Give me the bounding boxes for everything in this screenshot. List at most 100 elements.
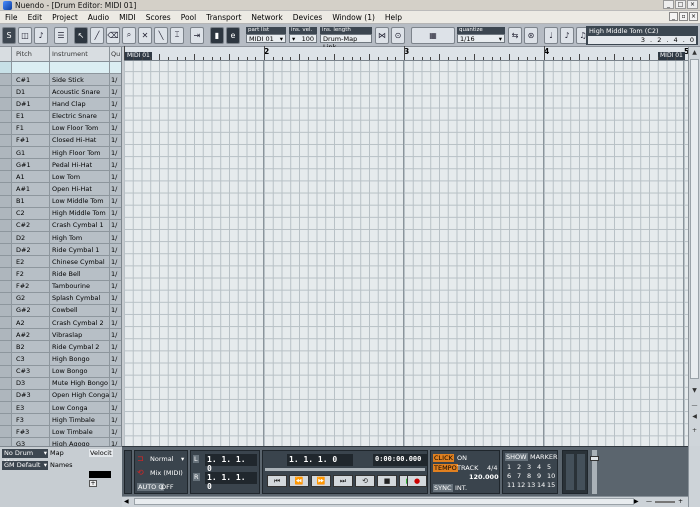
drum-instrument-cell[interactable]: Crash Cymbal 1 <box>50 219 110 231</box>
menu-window[interactable]: Window (1) <box>327 13 380 22</box>
drum-quantize-cell[interactable]: 1/ <box>110 438 121 446</box>
drum-instrument-cell[interactable]: Closed Hi-Hat <box>50 134 110 146</box>
drum-row[interactable]: C2 High Middle Tom 1/ <box>0 207 121 220</box>
close-button[interactable]: × <box>687 0 698 9</box>
names-select[interactable]: GM Default ▾ <box>2 461 48 470</box>
tempo-value[interactable]: 120.000 <box>469 473 499 481</box>
drum-quantize-cell[interactable]: 1/ <box>110 281 121 292</box>
marker-button[interactable]: 5 <box>547 463 551 471</box>
drum-quantize-cell[interactable]: 1/ <box>110 390 121 401</box>
drum-row-solo-cell[interactable] <box>0 365 12 377</box>
drum-quantize-cell[interactable]: 1/ <box>110 196 121 207</box>
drum-row-solo-cell[interactable] <box>0 438 12 446</box>
record-mode-select[interactable]: Normal <box>150 455 174 463</box>
drum-quantize-cell[interactable]: 1/ <box>110 220 121 231</box>
drum-row[interactable]: A1 Low Tom 1/ <box>0 171 121 184</box>
drum-row-solo-cell[interactable] <box>0 122 12 134</box>
go-to-end-button[interactable]: ⏭ <box>333 475 353 487</box>
quantize-field[interactable]: quantize 1/16 ▾ <box>457 27 505 43</box>
menu-edit[interactable]: Edit <box>23 13 48 22</box>
left-locator-display[interactable]: 1. 1. 1. 0 <box>205 454 257 473</box>
position-time-display[interactable]: 0:00:00.000 <box>373 454 427 466</box>
marker-button[interactable]: 6 <box>507 472 511 480</box>
drum-row-solo-cell[interactable] <box>0 207 12 219</box>
drum-row[interactable]: F2 Ride Bell 1/ <box>0 268 121 281</box>
menu-file[interactable]: File <box>0 13 23 22</box>
cycle-button[interactable]: ⟲ <box>355 475 375 487</box>
edit-mode-icon[interactable]: ◫ <box>18 26 32 44</box>
drum-instrument-cell[interactable]: Low Bongo <box>50 365 110 377</box>
mute-tool-icon[interactable]: ✕ <box>138 26 152 44</box>
marker-button[interactable]: 9 <box>537 472 541 480</box>
drum-row-solo-cell[interactable] <box>0 353 12 365</box>
drum-quantize-cell[interactable]: 1/ <box>110 317 121 328</box>
drum-row-solo-cell[interactable] <box>0 159 12 171</box>
drum-note-grid[interactable] <box>124 61 688 446</box>
vertical-scrollbar[interactable]: ▲ ▼ — ◀ + <box>688 47 700 446</box>
drum-row-solo-cell[interactable] <box>0 171 12 183</box>
drum-instrument-cell[interactable]: Pedal Hi-Hat <box>50 159 110 171</box>
drum-instrument-cell[interactable]: Open High Conga <box>50 389 110 401</box>
menu-project[interactable]: Project <box>47 13 83 22</box>
horizontal-scrollbar[interactable]: ◀ ▶ — + <box>122 496 688 507</box>
menu-transport[interactable]: Transport <box>201 13 246 22</box>
grid-type-selector[interactable]: ▦ <box>411 26 455 44</box>
rewind-button[interactable]: ⏪ <box>289 475 309 487</box>
drum-row[interactable] <box>0 62 121 75</box>
drum-quantize-cell[interactable]: 1/ <box>110 123 121 134</box>
drum-quantize-cell[interactable]: 1/ <box>110 341 121 352</box>
menu-help[interactable]: Help <box>380 13 407 22</box>
pitch-column-header[interactable]: Pitch <box>12 47 50 61</box>
marker-button[interactable]: 4 <box>537 463 541 471</box>
drum-row-solo-cell[interactable] <box>0 62 12 74</box>
note-icon-2[interactable]: ♪ <box>560 26 574 44</box>
drumstick-tool-icon[interactable]: ╱ <box>90 26 104 44</box>
drum-row[interactable]: A#1 Open Hi-Hat 1/ <box>0 183 121 196</box>
marker-button[interactable]: 15 <box>547 481 555 489</box>
drum-row[interactable]: D#1 Hand Clap 1/ <box>0 98 121 111</box>
drum-row-solo-cell[interactable] <box>0 74 12 86</box>
drum-instrument-cell[interactable]: Crash Cymbal 2 <box>50 316 110 329</box>
drum-row[interactable]: F#2 Tambourine 1/ <box>0 280 121 293</box>
drum-row[interactable]: B2 Ride Cymbal 2 1/ <box>0 341 121 354</box>
zoom-in-h-icon[interactable]: + <box>678 498 683 505</box>
go-to-start-button[interactable]: ⏮ <box>267 475 287 487</box>
drum-instrument-cell[interactable]: High Middle Tom <box>50 207 110 219</box>
show-info-icon[interactable]: ☰ <box>54 26 68 44</box>
insert-length-field[interactable]: ins. length Drum-Map Link <box>320 27 372 51</box>
line-tool-icon[interactable]: ╲ <box>154 26 168 44</box>
scroll-right-icon[interactable]: ▶ <box>634 498 639 505</box>
drum-row-solo-cell[interactable] <box>0 183 12 195</box>
velocity-lane-label[interactable]: Velocit <box>89 449 113 457</box>
drum-quantize-cell[interactable]: 1/ <box>110 135 121 146</box>
drum-quantize-cell[interactable]: 1/ <box>110 171 121 182</box>
add-lane-icon[interactable]: + <box>89 480 97 487</box>
menu-pool[interactable]: Pool <box>176 13 202 22</box>
record-button[interactable]: ● <box>407 475 427 487</box>
drum-instrument-cell[interactable]: Electric Snare <box>50 110 110 122</box>
zoom-out-icon[interactable]: — <box>690 402 699 410</box>
drum-instrument-cell[interactable]: Ride Bell <box>50 268 110 280</box>
drum-row[interactable]: G#1 Pedal Hi-Hat 1/ <box>0 159 121 172</box>
drum-quantize-cell[interactable]: 1/ <box>110 98 121 109</box>
marker-button[interactable]: 7 <box>517 472 521 480</box>
drum-instrument-cell[interactable]: High Bongo <box>50 353 110 365</box>
drum-row[interactable]: G#2 Cowbell 1/ <box>0 304 121 317</box>
cycle-mode-select[interactable]: Mix (MIDI) <box>150 469 183 477</box>
drum-row[interactable]: G2 Splash Cymbal 1/ <box>0 292 121 305</box>
horizontal-scroll-thumb[interactable] <box>134 498 634 505</box>
drum-row-solo-cell[interactable] <box>0 304 12 316</box>
marker-button[interactable]: 14 <box>537 481 545 489</box>
sync-label[interactable]: SYNC <box>433 484 453 492</box>
marker-button[interactable]: 1 <box>507 463 511 471</box>
master-fader-track[interactable] <box>590 450 599 494</box>
drum-row-solo-cell[interactable] <box>0 389 12 401</box>
drum-instrument-cell[interactable]: Ride Cymbal 1 <box>50 244 110 256</box>
drum-instrument-cell[interactable] <box>50 62 110 74</box>
drum-row[interactable]: D#3 Open High Conga 1/ <box>0 389 121 402</box>
solo-part-icon[interactable]: ▮ <box>210 26 224 44</box>
drum-instrument-cell[interactable]: High Timbale <box>50 414 110 426</box>
drum-row-solo-cell[interactable] <box>0 98 12 110</box>
drum-row-solo-cell[interactable] <box>0 110 12 122</box>
drum-instrument-cell[interactable]: Low Timbale <box>50 426 110 438</box>
